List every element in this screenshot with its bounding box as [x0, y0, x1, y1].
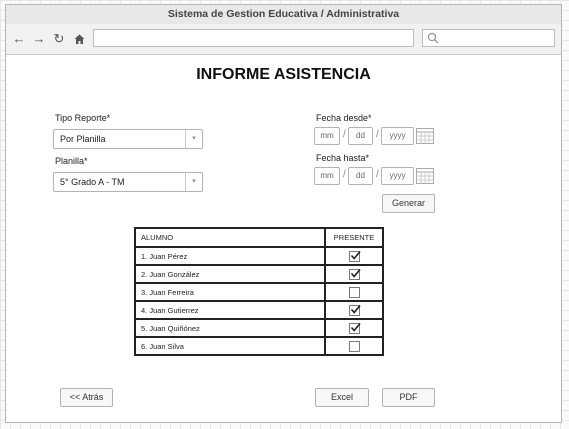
calendar-icon[interactable] — [416, 128, 434, 144]
fecha-desde-mm-input[interactable]: mm — [314, 127, 340, 145]
chevron-down-icon[interactable]: ▾ — [185, 130, 202, 148]
check-icon — [350, 304, 361, 314]
fecha-hasta-label: Fecha hasta* — [316, 153, 370, 163]
presente-checkbox[interactable] — [348, 286, 360, 298]
table-row: 5. Juan Quiñónez — [134, 318, 384, 338]
address-bar[interactable] — [93, 29, 414, 47]
presente-cell — [324, 282, 384, 302]
date-separator: / — [343, 129, 346, 140]
student-name: 1. Juan Pérez — [134, 246, 326, 266]
attendance-table: ALUMNO PRESENTE 1. Juan Pérez 2. Juan Gon… — [134, 227, 384, 356]
presente-checkbox[interactable] — [348, 268, 361, 280]
home-icon[interactable] — [72, 24, 86, 54]
chevron-down-icon[interactable]: ▾ — [185, 173, 202, 191]
fecha-desde-yyyy-input[interactable]: yyyy — [381, 127, 414, 145]
fecha-hasta-mm-input[interactable]: mm — [314, 167, 340, 185]
planilla-value: 5° Grado A - TM — [60, 177, 125, 187]
fecha-hasta-dd-input[interactable]: dd — [348, 167, 373, 185]
planilla-label: Planilla* — [55, 156, 88, 166]
calendar-icon[interactable] — [416, 168, 434, 184]
presente-checkbox[interactable] — [348, 340, 360, 352]
fecha-desde-dd-input[interactable]: dd — [348, 127, 373, 145]
tipo-reporte-select[interactable]: Por Planilla ▾ — [53, 129, 203, 149]
table-row: 4. Juan Gutierrez — [134, 300, 384, 320]
check-icon — [350, 250, 361, 260]
student-name: 5. Juan Quiñónez — [134, 318, 326, 338]
student-name: 2. Juan González — [134, 264, 326, 284]
pdf-button[interactable]: PDF — [382, 388, 435, 407]
forward-arrow-icon[interactable]: → — [32, 24, 46, 54]
date-separator: / — [376, 169, 379, 180]
check-icon — [350, 268, 361, 278]
column-header-presente: PRESENTE — [324, 227, 384, 248]
search-icon — [427, 32, 439, 44]
fecha-hasta-yyyy-input[interactable]: yyyy — [381, 167, 414, 185]
student-name: 6. Juan Silva — [134, 336, 326, 356]
student-name: 3. Juan Ferreira — [134, 282, 326, 302]
table-row: 3. Juan Ferreira — [134, 282, 384, 302]
table-row: 2. Juan González — [134, 264, 384, 284]
browser-toolbar: ← → ↻ — [6, 24, 561, 55]
presente-cell — [324, 300, 384, 320]
table-row: 6. Juan Silva — [134, 336, 384, 356]
student-name: 4. Juan Gutierrez — [134, 300, 326, 320]
back-arrow-icon[interactable]: ← — [12, 24, 26, 54]
window-title: Sistema de Gestion Educativa / Administr… — [6, 5, 561, 25]
excel-button[interactable]: Excel — [315, 388, 369, 407]
fecha-desde-label: Fecha desde* — [316, 113, 372, 123]
browser-window: Sistema de Gestion Educativa / Administr… — [5, 4, 562, 423]
back-button[interactable]: << Atrás — [60, 388, 113, 407]
check-icon — [350, 322, 361, 332]
presente-cell — [324, 246, 384, 266]
table-header-row: ALUMNO PRESENTE — [134, 227, 384, 248]
date-separator: / — [343, 169, 346, 180]
column-header-alumno: ALUMNO — [134, 227, 326, 248]
presente-checkbox[interactable] — [348, 304, 361, 316]
date-separator: / — [376, 129, 379, 140]
presente-cell — [324, 336, 384, 356]
presente-checkbox[interactable] — [348, 250, 361, 262]
presente-cell — [324, 264, 384, 284]
presente-checkbox[interactable] — [348, 322, 361, 334]
tipo-reporte-value: Por Planilla — [60, 134, 106, 144]
generar-button[interactable]: Generar — [382, 194, 435, 213]
page-title: INFORME ASISTENCIA — [196, 66, 371, 83]
planilla-select[interactable]: 5° Grado A - TM ▾ — [53, 172, 203, 192]
browser-search-input[interactable] — [422, 29, 555, 47]
tipo-reporte-label: Tipo Reporte* — [55, 113, 111, 123]
page-content: INFORME ASISTENCIA Tipo Reporte* Por Pla… — [6, 55, 561, 422]
presente-cell — [324, 318, 384, 338]
reload-icon[interactable]: ↻ — [52, 24, 66, 54]
table-row: 1. Juan Pérez — [134, 246, 384, 266]
